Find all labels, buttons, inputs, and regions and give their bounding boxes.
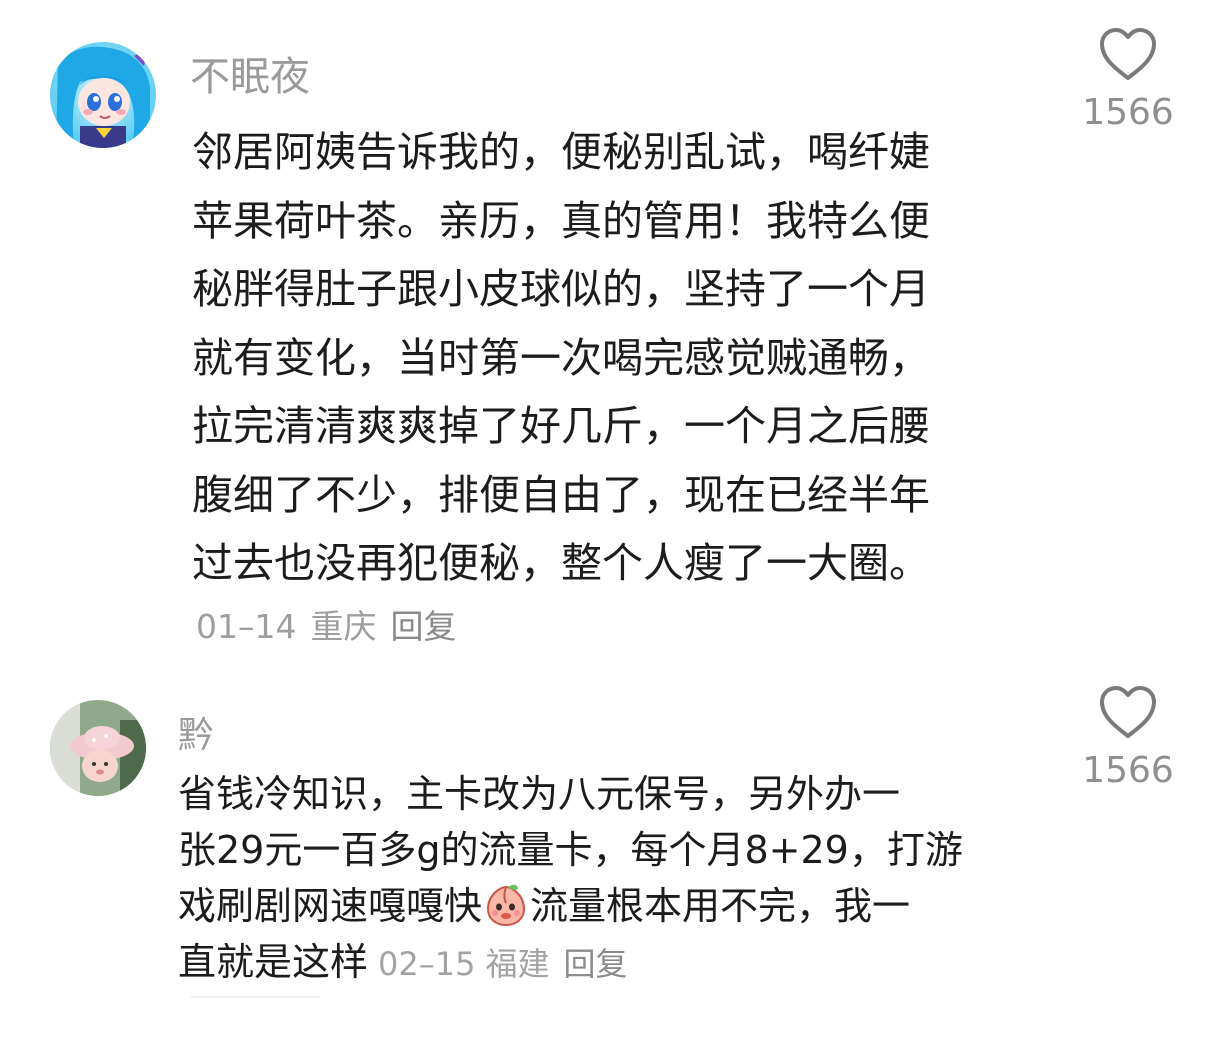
- comment-line: 秘胖得肚子跟小皮球似的，坚持了一个月: [192, 265, 930, 313]
- comment-line: 戏刷剧网速嘎嘎快 流量根本用不完，我一: [178, 878, 963, 934]
- comment-item: 黔 省钱冷知识，主卡改为八元保号，另外办一 张29元一百多g的流量卡，每个月8+…: [0, 680, 1220, 1055]
- comment-location: 重庆: [310, 607, 377, 646]
- comment-line: 过去也没再犯便秘，整个人瘦了一大圈。: [192, 539, 930, 587]
- heart-icon: [1100, 686, 1156, 738]
- comment-line-segment: 直就是这样: [178, 940, 369, 984]
- comment-item: 不眠夜 邻居阿姨告诉我的，便秘别乱试，喝纤婕 苹果荷叶茶。亲历，真的管用！我特么…: [0, 0, 1220, 650]
- like-count: 1566: [1082, 92, 1174, 133]
- comment-body: 邻居阿姨告诉我的，便秘别乱试，喝纤婕 苹果荷叶茶。亲历，真的管用！我特么便 秘胖…: [192, 118, 930, 598]
- comment-line: 邻居阿姨告诉我的，便秘别乱试，喝纤婕: [192, 128, 930, 176]
- comment-meta: 02–15 福建 回复: [368, 945, 627, 983]
- like-button[interactable]: 1566: [1068, 26, 1188, 133]
- comment-line-segment: 流量根本用不完，我一: [530, 884, 911, 928]
- comment-author[interactable]: 不眠夜: [190, 44, 310, 102]
- comment-location: 福建: [485, 945, 550, 983]
- comment-date: 01–14: [196, 607, 297, 646]
- avatar[interactable]: [50, 700, 146, 796]
- comment-line: 张29元一百多g的流量卡，每个月8+29，打游: [178, 828, 963, 872]
- comment-body: 省钱冷知识，主卡改为八元保号，另外办一 张29元一百多g的流量卡，每个月8+29…: [178, 766, 963, 992]
- comment-author[interactable]: 黔: [178, 706, 214, 758]
- reply-button[interactable]: 回复: [390, 607, 456, 646]
- comment-line: 省钱冷知识，主卡改为八元保号，另外办一: [178, 772, 901, 816]
- anime-girl-avatar-icon: [50, 42, 156, 148]
- heart-icon: [1100, 28, 1156, 80]
- reply-button[interactable]: 回复: [563, 945, 627, 983]
- like-count: 1566: [1082, 750, 1174, 791]
- divider: [190, 996, 320, 998]
- comment-line-segment: 戏刷剧网速嘎嘎快: [178, 884, 483, 928]
- comment-date: 02–15: [378, 945, 476, 983]
- comment-line: 腹细了不少，排便自由了，现在已经半年: [192, 470, 930, 519]
- comment-line: 直就是这样 02–15 福建 回复: [178, 934, 963, 992]
- comment-meta: 01–14 重庆 回复: [196, 600, 470, 648]
- pink-hat-pet-avatar-icon: [50, 700, 146, 796]
- comment-line: 就有变化，当时第一次喝完感觉贼通畅，: [192, 333, 930, 382]
- comment-line: 苹果荷叶茶。亲历，真的管用！我特么便: [192, 196, 930, 245]
- peach-face-emoji-icon: [484, 883, 528, 927]
- like-button[interactable]: 1566: [1068, 684, 1188, 791]
- avatar[interactable]: [50, 42, 156, 148]
- comment-line: 拉完清清爽爽掉了好几斤，一个月之后腰: [192, 402, 930, 450]
